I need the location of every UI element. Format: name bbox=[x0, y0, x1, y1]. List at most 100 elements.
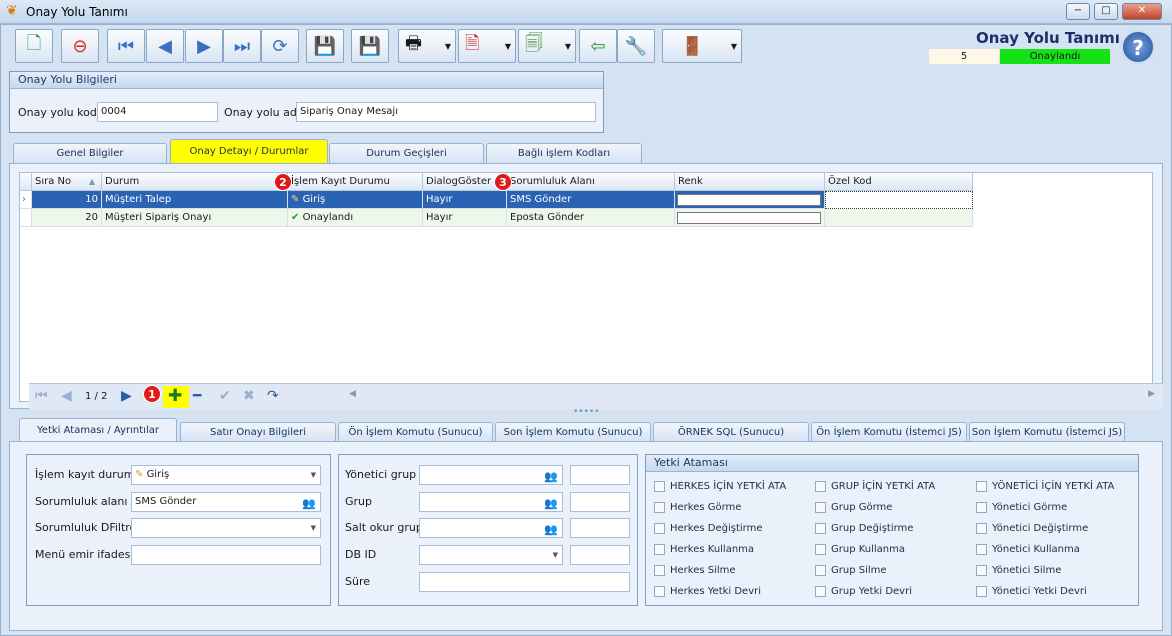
col-renk[interactable]: Renk bbox=[675, 173, 825, 191]
checkbox-box[interactable] bbox=[654, 585, 665, 597]
grup-id[interactable] bbox=[570, 492, 630, 512]
tab-ornek-sql[interactable]: ÖRNEK SQL (Sunucu) bbox=[653, 422, 809, 442]
tab-son-islem-sunucu[interactable]: Son İşlem Komutu (Sunucu) bbox=[495, 422, 651, 442]
permission-checkbox[interactable]: Herkes Değiştirme bbox=[654, 521, 762, 534]
refresh-grid-icon[interactable]: ↷ bbox=[267, 388, 279, 404]
checkbox-box[interactable] bbox=[976, 501, 987, 513]
checkbox-box[interactable] bbox=[976, 543, 987, 555]
next-page-icon[interactable]: ▶ bbox=[121, 388, 132, 404]
tab-bagli-islem-kodlari[interactable]: Bağlı işlem Kodları bbox=[486, 143, 642, 163]
permission-checkbox[interactable]: Grup Kullanma bbox=[815, 542, 905, 555]
save-close-button[interactable]: 💾 bbox=[351, 29, 389, 63]
checkbox-box[interactable] bbox=[815, 543, 826, 555]
permission-checkbox[interactable]: Herkes Görme bbox=[654, 500, 741, 513]
tab-on-islem-sunucu[interactable]: Ön İşlem Komutu (Sunucu) bbox=[338, 422, 493, 442]
grup-input[interactable]: 👥 bbox=[419, 492, 563, 512]
permission-checkbox[interactable]: Herkes Silme bbox=[654, 563, 736, 576]
checkbox-box[interactable] bbox=[654, 543, 665, 555]
col-sira-no[interactable]: Sıra No ▲ bbox=[32, 173, 102, 191]
checkbox-box[interactable] bbox=[654, 522, 665, 534]
tab-genel-bilgiler[interactable]: Genel Bilgiler bbox=[13, 143, 167, 163]
previous-record-button[interactable]: ◀ bbox=[146, 29, 184, 63]
col-sorumluluk-alani[interactable]: Sorumluluk Alanı bbox=[507, 173, 675, 191]
group-lookup-icon[interactable]: 👥 bbox=[544, 468, 558, 484]
help-button[interactable]: ? bbox=[1121, 30, 1155, 64]
first-record-button[interactable]: ⏮ bbox=[107, 29, 145, 63]
refresh-button[interactable]: ⟳ bbox=[261, 29, 299, 63]
permission-checkbox[interactable]: Herkes Kullanma bbox=[654, 542, 754, 555]
scroll-right-icon[interactable]: ▶ bbox=[1148, 389, 1155, 399]
db-id-value[interactable] bbox=[570, 545, 630, 565]
import-button[interactable]: ⇦ bbox=[579, 29, 617, 63]
kayit-durumu-select[interactable]: ✎ Giriş ▼ bbox=[131, 465, 321, 485]
col-durum[interactable]: Durum bbox=[102, 173, 288, 191]
name-input[interactable]: Sipariş Onay Mesajı bbox=[296, 102, 596, 122]
code-input[interactable]: 0004 bbox=[97, 102, 218, 122]
permission-checkbox[interactable]: Grup Değiştirme bbox=[815, 521, 913, 534]
new-record-button[interactable]: 🗋 bbox=[15, 29, 53, 63]
add-row-button[interactable]: ✚ bbox=[163, 386, 189, 408]
remove-row-icon[interactable]: ━ bbox=[193, 388, 201, 404]
close-button[interactable]: ✕ bbox=[1122, 3, 1162, 20]
splitter-handle[interactable]: ••••• bbox=[573, 407, 600, 417]
permission-checkbox[interactable]: Yönetici Kullanma bbox=[976, 542, 1080, 555]
permission-checkbox[interactable]: Yönetici Değiştirme bbox=[976, 521, 1088, 534]
checkbox-box[interactable] bbox=[976, 564, 987, 576]
checkbox-box[interactable] bbox=[976, 480, 987, 492]
cell-renk[interactable] bbox=[675, 191, 825, 209]
group-lookup-icon[interactable]: 👥 bbox=[302, 495, 316, 511]
tab-son-islem-istemci[interactable]: Son İşlem Komutu (İstemci JS) bbox=[969, 422, 1125, 442]
checkbox-box[interactable] bbox=[654, 480, 665, 492]
group-lookup-icon[interactable]: 👥 bbox=[544, 495, 558, 511]
checkbox-box[interactable] bbox=[976, 585, 987, 597]
group-lookup-icon[interactable]: 👥 bbox=[544, 521, 558, 537]
tab-yetki-atamasi[interactable]: Yetki Ataması / Ayrıntılar bbox=[19, 418, 177, 442]
dfiltre-select[interactable]: ▼ bbox=[131, 518, 321, 538]
permission-checkbox[interactable]: YÖNETİCİ İÇİN YETKİ ATA bbox=[976, 479, 1114, 492]
cell-ozel-kod[interactable] bbox=[825, 191, 973, 209]
salt-okur-input[interactable]: 👥 bbox=[419, 518, 563, 538]
delete-record-button[interactable]: ⊖ bbox=[61, 29, 99, 63]
tab-onay-detayi[interactable]: Onay Detayı / Durumlar bbox=[170, 139, 328, 163]
scroll-left-icon[interactable]: ◀ bbox=[349, 389, 356, 399]
print-button[interactable]: 🖶 ▼ bbox=[398, 29, 456, 63]
sure-input[interactable] bbox=[419, 572, 630, 592]
checkbox-box[interactable] bbox=[815, 522, 826, 534]
checkbox-box[interactable] bbox=[815, 480, 826, 492]
permission-checkbox[interactable]: Yönetici Yetki Devri bbox=[976, 584, 1087, 597]
permission-checkbox[interactable]: Herkes Yetki Devri bbox=[654, 584, 761, 597]
permission-checkbox[interactable]: Grup Yetki Devri bbox=[815, 584, 912, 597]
permission-checkbox[interactable]: Grup Silme bbox=[815, 563, 887, 576]
next-record-button[interactable]: ▶ bbox=[185, 29, 223, 63]
confirm-edit-icon[interactable]: ✔ bbox=[219, 388, 231, 404]
tab-satir-onayi[interactable]: Satır Onayı Bilgileri bbox=[180, 422, 336, 442]
last-record-button[interactable]: ⏭ bbox=[223, 29, 261, 63]
horizontal-scrollbar[interactable]: ◀ ▶ bbox=[347, 388, 1157, 406]
checkbox-box[interactable] bbox=[976, 522, 987, 534]
tools-button[interactable]: 🔧 bbox=[617, 29, 655, 63]
db-id-select[interactable]: ▼ bbox=[419, 545, 563, 565]
cancel-edit-icon[interactable]: ✖ bbox=[243, 388, 255, 404]
checkbox-box[interactable] bbox=[815, 585, 826, 597]
first-page-icon[interactable]: ⏮ bbox=[35, 388, 48, 404]
menu-emir-input[interactable] bbox=[131, 545, 321, 565]
permission-checkbox[interactable]: HERKES İÇİN YETKİ ATA bbox=[654, 479, 786, 492]
tab-durum-gecisleri[interactable]: Durum Geçişleri bbox=[329, 143, 484, 163]
checkbox-box[interactable] bbox=[815, 501, 826, 513]
permission-checkbox[interactable]: Yönetici Görme bbox=[976, 500, 1067, 513]
col-islem-kayit-durumu[interactable]: İşlem Kayıt Durumu bbox=[288, 173, 423, 191]
tab-on-islem-istemci[interactable]: Ön İşlem Komutu (İstemci JS) bbox=[811, 422, 967, 442]
yonetici-grup-id[interactable] bbox=[570, 465, 630, 485]
col-ozel-kod[interactable]: Özel Kod bbox=[825, 173, 973, 191]
permission-checkbox[interactable]: Yönetici Silme bbox=[976, 563, 1061, 576]
yonetici-grup-input[interactable]: 👥 bbox=[419, 465, 563, 485]
export-pdf-button[interactable]: 🗎 ▼ bbox=[458, 29, 516, 63]
cell-ozel-kod[interactable] bbox=[825, 209, 973, 227]
document-button[interactable]: 🗐 ▼ bbox=[518, 29, 576, 63]
salt-okur-id[interactable] bbox=[570, 518, 630, 538]
permission-checkbox[interactable]: GRUP İÇİN YETKİ ATA bbox=[815, 479, 935, 492]
minimize-button[interactable]: − bbox=[1066, 3, 1090, 20]
checkbox-box[interactable] bbox=[654, 564, 665, 576]
checkbox-box[interactable] bbox=[815, 564, 826, 576]
checkbox-box[interactable] bbox=[654, 501, 665, 513]
